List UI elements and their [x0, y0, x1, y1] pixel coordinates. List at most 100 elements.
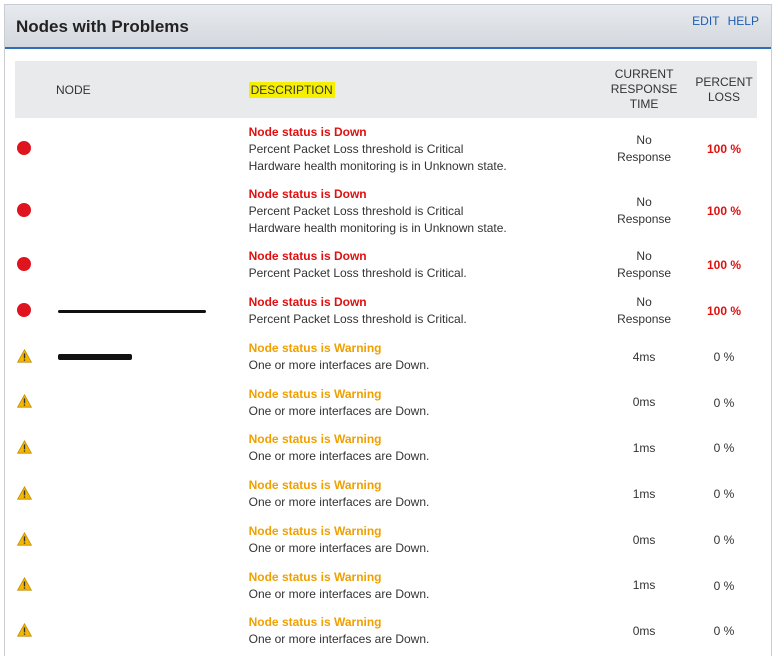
response-time-cell: 1ms	[597, 471, 691, 517]
redacted-node-name	[57, 309, 206, 313]
description-cell: Node status is Warning One or more interf…	[249, 380, 598, 425]
table-row[interactable]: Node status is Warning One or more interf…	[15, 425, 757, 471]
table-row[interactable]: Node status is Warning One or more interf…	[15, 380, 757, 425]
status-icon-cell	[15, 118, 58, 180]
description-cell: Node status is Down Percent Packet Loss t…	[249, 180, 598, 242]
nodes-with-problems-panel: Nodes with Problems EDIT HELP NODE DESCR…	[4, 4, 772, 656]
response-time-cell: 0ms	[597, 517, 691, 563]
node-name-cell[interactable]	[58, 517, 249, 563]
column-header-node[interactable]: NODE	[15, 61, 249, 118]
response-time-value-line2: Response	[617, 266, 672, 280]
warning-icon	[16, 576, 33, 591]
description-cell: Node status is Down Percent Packet Loss t…	[249, 288, 598, 334]
description-line: One or more interfaces are Down.	[248, 541, 430, 555]
help-link[interactable]: HELP	[728, 14, 759, 28]
status-icon-cell	[15, 563, 58, 608]
status-icon-cell	[15, 425, 58, 471]
percent-loss-cell: 100 %	[706, 204, 742, 218]
response-time-value: No	[636, 195, 652, 209]
response-time-value: 4ms	[632, 349, 656, 364]
node-name-cell[interactable]	[58, 425, 249, 471]
node-name-cell[interactable]	[58, 180, 249, 242]
node-name-cell[interactable]	[58, 608, 249, 654]
description-line: Percent Packet Loss threshold is Critica…	[248, 203, 464, 218]
table-row[interactable]: Node status is Warning One or more interf…	[15, 517, 757, 563]
response-time-value-line2: Response	[617, 150, 672, 164]
column-header-percent-loss[interactable]: PERCENT LOSS	[691, 61, 757, 118]
table-row[interactable]: Node status is Warning One or more interf…	[15, 563, 757, 608]
table-row[interactable]: Node status is Down Percent Packet Loss t…	[15, 242, 757, 288]
warning-icon	[16, 622, 33, 637]
warning-icon	[16, 439, 33, 454]
response-time-cell: No Response	[597, 180, 691, 242]
description-line: One or more interfaces are Down.	[248, 403, 430, 418]
description-cell: Node status is Warning One or more interf…	[249, 425, 598, 471]
percent-loss-cell: 0 %	[713, 441, 735, 455]
description-cell: Node status is Warning One or more interf…	[249, 334, 598, 380]
percent-loss-cell: 0 %	[713, 395, 735, 410]
response-time-cell: 1ms	[597, 425, 691, 471]
node-name-cell[interactable]	[57, 288, 249, 334]
panel-title: Nodes with Problems	[16, 17, 189, 36]
table-row[interactable]: Node status is Down Percent Packet Loss t…	[15, 288, 757, 334]
status-title-link[interactable]: Node status is Warning	[249, 431, 598, 448]
column-header-response-time[interactable]: CURRENT RESPONSE TIME	[597, 61, 692, 118]
table-row[interactable]: Node status is Warning One or more interf…	[15, 334, 757, 380]
status-title-link[interactable]: Node status is Warning	[249, 477, 598, 494]
response-time-cell: 0ms	[597, 380, 691, 425]
description-cell: Node status is Down Percent Packet Loss t…	[249, 118, 598, 180]
response-time-value-line2: Response	[617, 212, 672, 226]
warning-icon	[16, 485, 33, 500]
node-name-cell[interactable]	[58, 242, 249, 288]
description-line: One or more interfaces are Down.	[248, 632, 430, 646]
node-name-cell[interactable]	[58, 471, 249, 517]
warning-icon	[16, 348, 33, 363]
status-title-link[interactable]: Node status is Warning	[249, 614, 598, 631]
status-title-link[interactable]: Node status is Warning	[249, 340, 598, 357]
description-cell: Node status is Warning One or more interf…	[249, 563, 598, 608]
node-name-cell[interactable]	[57, 334, 249, 380]
description-header-label: DESCRIPTION	[248, 81, 335, 98]
redacted-node-name	[57, 354, 132, 360]
table-row[interactable]: Node status is Down Percent Packet Loss t…	[15, 118, 757, 180]
panel-header: Nodes with Problems EDIT HELP	[5, 5, 771, 49]
node-name-cell[interactable]	[58, 118, 249, 180]
column-header-description[interactable]: DESCRIPTION	[248, 61, 598, 118]
response-header-line1: CURRENT	[614, 67, 674, 81]
percent-loss-cell: 0 %	[713, 350, 735, 364]
response-time-cell: No Response	[597, 242, 691, 288]
response-time-value: No	[636, 249, 652, 263]
table-row[interactable]: Node status is Warning One or more interf…	[15, 608, 757, 654]
status-icon-cell	[15, 288, 58, 334]
response-header-line2: RESPONSE	[610, 82, 678, 96]
response-time-value-line2: Response	[617, 312, 672, 326]
warning-icon	[16, 393, 33, 408]
status-icon-cell	[15, 242, 58, 288]
status-title-link[interactable]: Node status is Down	[249, 124, 598, 141]
status-title-link[interactable]: Node status is Warning	[249, 523, 598, 540]
nodes-table: NODE DESCRIPTION CURRENT RESPONSE TIME P…	[15, 61, 757, 654]
percent-loss-cell: 100 %	[706, 258, 742, 272]
warning-icon	[16, 531, 33, 546]
node-name-cell[interactable]	[58, 380, 249, 425]
description-line: One or more interfaces are Down.	[248, 586, 430, 601]
status-title-link[interactable]: Node status is Warning	[249, 386, 598, 403]
status-icon-cell	[15, 517, 58, 563]
status-icon-cell	[15, 608, 58, 654]
status-title-link[interactable]: Node status is Down	[249, 248, 598, 265]
response-time-cell: 0ms	[597, 608, 691, 654]
edit-link[interactable]: EDIT	[692, 14, 719, 28]
status-title-link[interactable]: Node status is Warning	[249, 569, 598, 586]
description-line: One or more interfaces are Down.	[248, 495, 430, 509]
red-dot-icon	[17, 256, 31, 271]
response-time-value: 0ms	[632, 532, 656, 547]
status-title-link[interactable]: Node status is Down	[249, 294, 598, 311]
percent-loss-cell: 100 %	[706, 142, 742, 156]
table-row[interactable]: Node status is Warning One or more interf…	[15, 471, 757, 517]
node-name-cell[interactable]	[58, 563, 249, 608]
description-line: Hardware health monitoring is in Unknown…	[248, 220, 507, 235]
response-time-value: 0ms	[632, 623, 656, 638]
status-title-link[interactable]: Node status is Down	[249, 186, 598, 203]
red-dot-icon	[17, 302, 31, 317]
table-row[interactable]: Node status is Down Percent Packet Loss t…	[15, 180, 757, 242]
